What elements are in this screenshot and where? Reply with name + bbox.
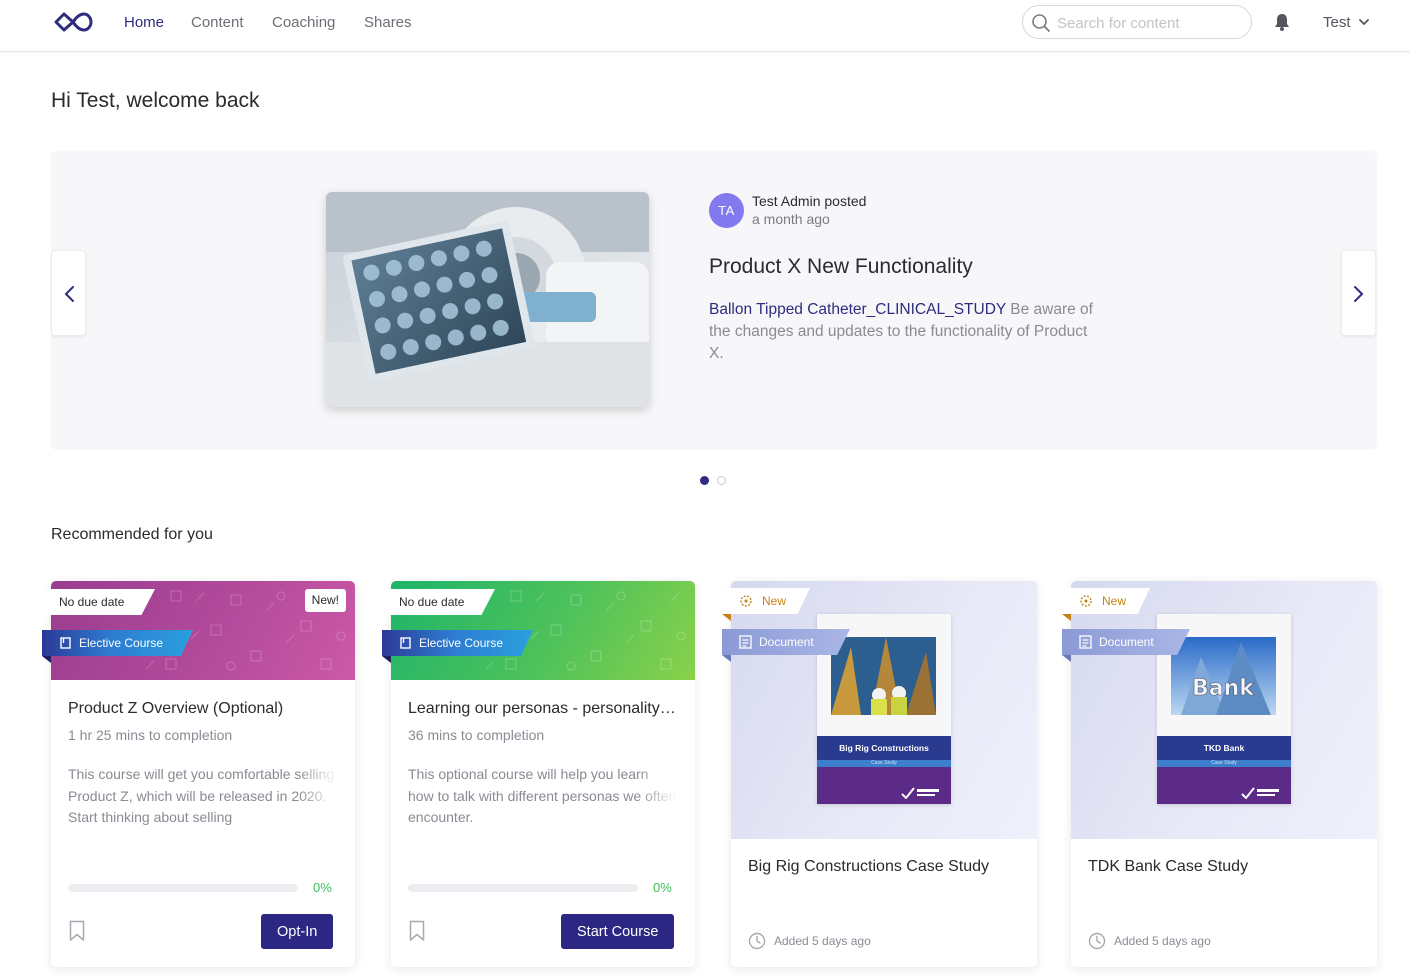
ribbon-fold: [1062, 655, 1071, 662]
bookmark-icon[interactable]: [69, 920, 85, 942]
search-box[interactable]: [1022, 5, 1252, 39]
document-type-label: Document: [1099, 635, 1154, 649]
recommended-heading: Recommended for you: [51, 526, 213, 543]
brand-logo-icon: [901, 787, 939, 799]
course-description: This course will get you comfortable sel…: [68, 766, 335, 825]
svg-text:Bank: Bank: [1192, 676, 1255, 701]
post-author: Test Admin posted: [752, 193, 867, 209]
course-type-ribbon: Elective Course: [42, 630, 193, 656]
document-title[interactable]: TDK Bank Case Study: [1088, 858, 1248, 876]
carousel-dot-2[interactable]: [717, 476, 726, 485]
document-icon: [739, 635, 752, 649]
due-date-ribbon: No due date: [42, 589, 155, 615]
book-icon: [400, 637, 411, 649]
document-card[interactable]: Bank TKD Bank Case Study New Document TD…: [1062, 581, 1377, 967]
opt-in-button[interactable]: Opt-In: [261, 914, 334, 949]
new-badge: New!: [304, 589, 346, 612]
progress-label: 0%: [653, 880, 672, 895]
document-cover-footer: [817, 767, 951, 804]
user-menu-label[interactable]: Test: [1323, 14, 1351, 31]
course-type-ribbon: Elective Course: [382, 630, 533, 656]
document-added-time: Added 5 days ago: [774, 934, 871, 948]
post-time: a month ago: [752, 211, 830, 227]
chevron-down-icon[interactable]: [1358, 16, 1370, 28]
document-type-ribbon: Document: [1062, 629, 1190, 655]
document-cover-subtitle: Case Study: [1157, 760, 1291, 767]
course-type-label: Elective Course: [79, 636, 164, 650]
course-card[interactable]: No due date Elective Course Learning our…: [382, 581, 695, 967]
ribbon-fold: [382, 656, 391, 663]
new-ribbon: New: [1062, 588, 1150, 614]
bell-icon[interactable]: [1272, 12, 1292, 32]
mri-scan-image: [326, 192, 649, 407]
document-banner: Big Rig Constructions Case Study: [731, 581, 1037, 839]
document-icon: [1079, 635, 1092, 649]
course-card[interactable]: No due date Elective Course New! Product…: [42, 581, 355, 967]
document-cover-footer: [1157, 767, 1291, 804]
new-label: New: [762, 594, 787, 608]
infinity-logo-icon[interactable]: [52, 9, 94, 35]
start-course-button[interactable]: Start Course: [561, 914, 675, 949]
search-icon: [1032, 14, 1050, 32]
course-title[interactable]: Product Z Overview (Optional): [68, 700, 338, 718]
nav-content[interactable]: Content: [191, 14, 244, 31]
carousel-next-button[interactable]: [1341, 250, 1376, 336]
book-icon: [60, 637, 71, 649]
top-nav: Home Content Coaching Shares Test: [0, 0, 1410, 52]
document-cover-subtitle: Case Study: [817, 760, 951, 767]
slide-title[interactable]: Product X New Functionality: [709, 255, 973, 279]
ribbon-fold: [42, 656, 51, 663]
author-avatar: TA: [709, 193, 744, 228]
ribbon-fold: [722, 655, 731, 662]
progress-label: 0%: [313, 880, 332, 895]
new-label: New: [1102, 594, 1127, 608]
course-title[interactable]: Learning our personas - personality type…: [408, 700, 678, 718]
sparkle-icon: [740, 595, 752, 607]
course-duration: 1 hr 25 mins to completion: [68, 727, 233, 743]
document-type-ribbon: Document: [722, 629, 850, 655]
document-cover-title: TKD Bank: [1157, 736, 1291, 760]
sparkle-icon: [1080, 595, 1092, 607]
nav-coaching[interactable]: Coaching: [272, 14, 335, 31]
carousel-prev-button[interactable]: [51, 250, 86, 336]
document-title[interactable]: Big Rig Constructions Case Study: [748, 858, 989, 876]
new-ribbon: New: [722, 588, 810, 614]
document-card[interactable]: Big Rig Constructions Case Study New Doc…: [722, 581, 1037, 967]
progress-bar: [68, 884, 298, 892]
document-added-time: Added 5 days ago: [1114, 934, 1211, 948]
nav-home[interactable]: Home: [124, 14, 164, 31]
bookmark-icon[interactable]: [409, 920, 425, 942]
slide-content-link[interactable]: Ballon Tipped Catheter_CLINICAL_STUDY: [709, 301, 1006, 318]
slide-image[interactable]: [326, 192, 649, 407]
clock-icon: [748, 932, 766, 950]
ribbon-fold: [722, 614, 731, 621]
course-description: This optional course will help you learn…: [408, 766, 677, 825]
page-greeting: Hi Test, welcome back: [51, 89, 260, 112]
brand-logo-icon: [1241, 787, 1279, 799]
course-duration: 36 mins to completion: [408, 727, 545, 743]
course-type-label: Elective Course: [419, 636, 504, 650]
chevron-right-icon: [1354, 286, 1364, 302]
due-date-ribbon: No due date: [382, 589, 495, 615]
chevron-left-icon: [64, 286, 74, 302]
document-banner: Bank TKD Bank Case Study: [1071, 581, 1377, 839]
construction-photo: [831, 637, 936, 715]
document-type-label: Document: [759, 635, 814, 649]
carousel-dot-1[interactable]: [700, 476, 709, 485]
clock-icon: [1088, 932, 1106, 950]
document-cover-title: Big Rig Constructions: [817, 736, 951, 760]
progress-bar: [408, 884, 638, 892]
search-input[interactable]: [1057, 13, 1237, 33]
bank-building-photo: Bank: [1171, 637, 1276, 715]
nav-shares[interactable]: Shares: [364, 14, 412, 31]
slide-description: Ballon Tipped Catheter_CLINICAL_STUDY Be…: [709, 299, 1099, 365]
featured-carousel: TA Test Admin posted a month ago Product…: [51, 151, 1377, 450]
carousel-pagination: [700, 476, 730, 486]
ribbon-fold: [1062, 614, 1071, 621]
